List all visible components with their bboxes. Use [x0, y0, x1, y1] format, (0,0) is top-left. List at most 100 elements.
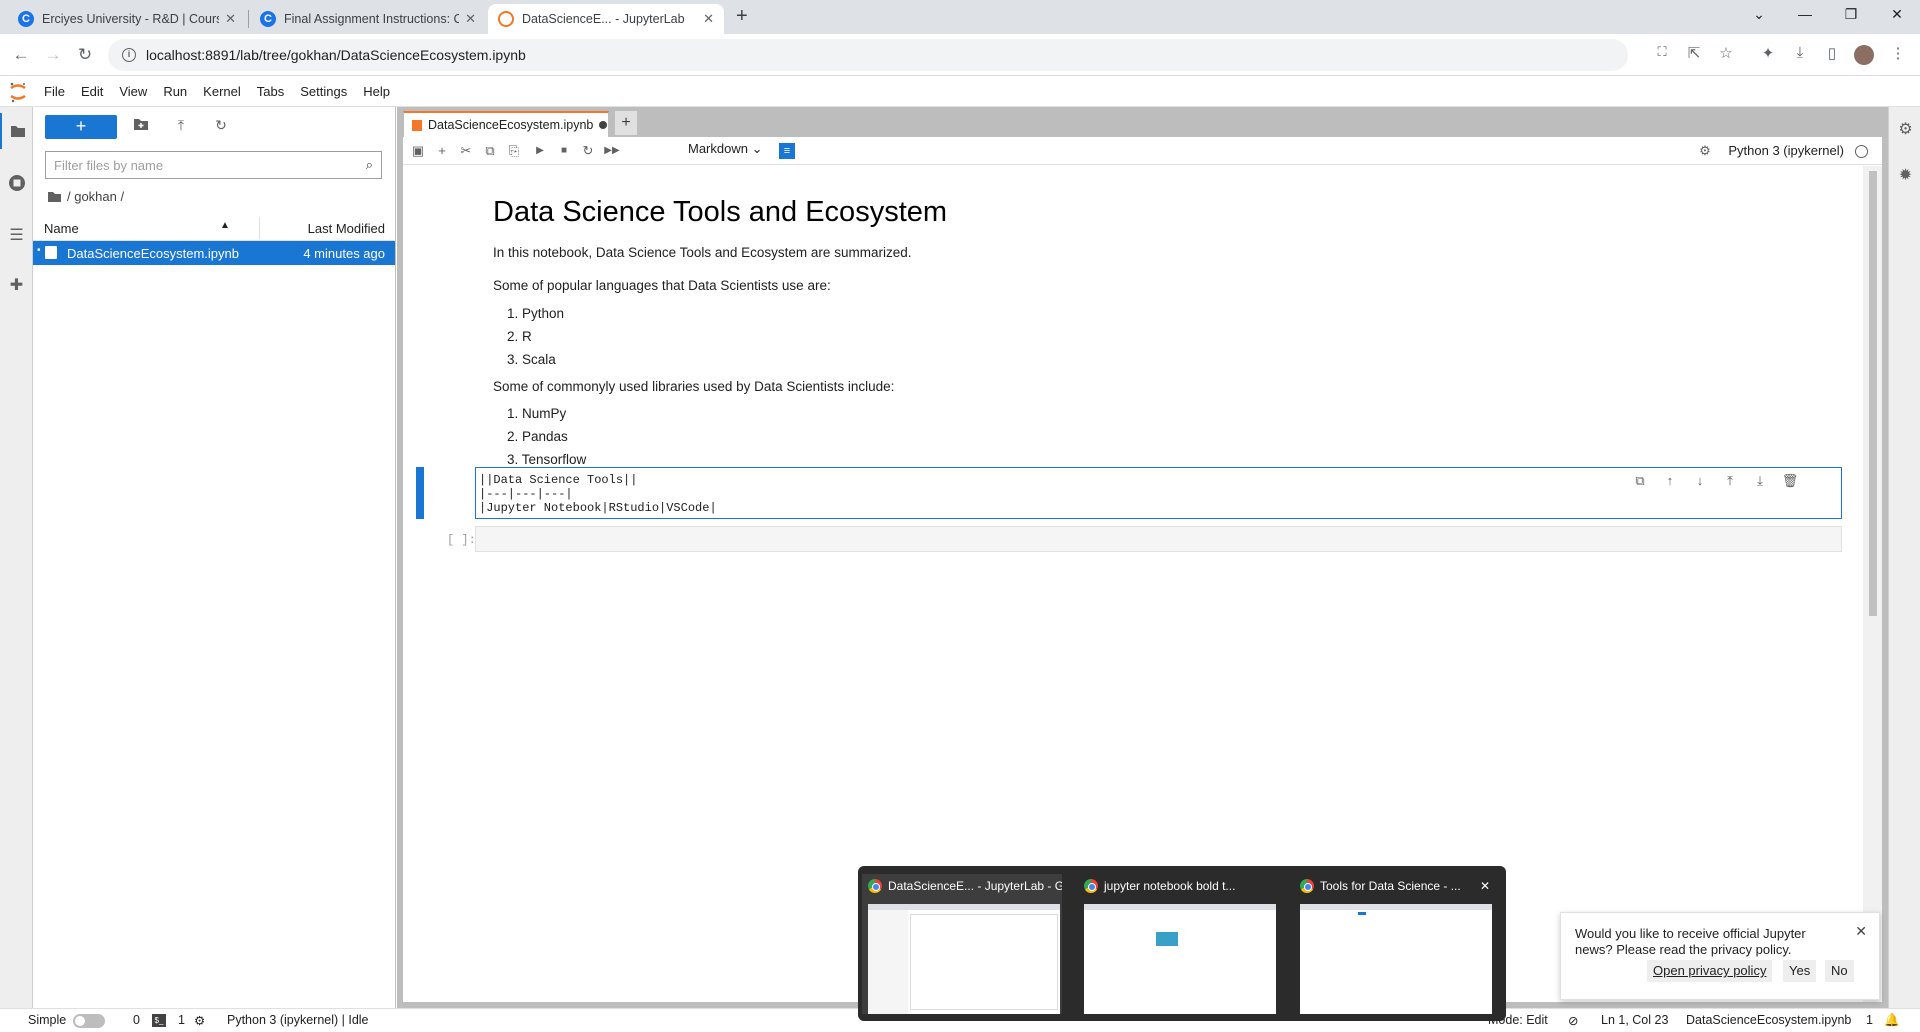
- move-down-icon[interactable]: ↓: [1690, 473, 1710, 493]
- terminal-count[interactable]: 0: [133, 1013, 140, 1027]
- scrollbar-thumb[interactable]: [1869, 171, 1877, 616]
- debugger-icon[interactable]: ✹: [1889, 157, 1920, 193]
- delete-cell-icon[interactable]: 🗑: [1780, 473, 1800, 493]
- save-icon[interactable]: ▣: [409, 142, 427, 160]
- menu-kernel[interactable]: Kernel: [195, 77, 249, 107]
- menu-tabs[interactable]: Tabs: [249, 77, 292, 107]
- notebook-document-tab[interactable]: DataScienceEcosystem.ipynb: [403, 111, 609, 137]
- unsaved-dot-icon[interactable]: [599, 121, 608, 129]
- extension-manager-icon[interactable]: ✚: [0, 267, 33, 303]
- cell-source[interactable]: ||Data Science Tools|| |---|---|---| |Ju…: [479, 473, 717, 515]
- active-markdown-cell-editor[interactable]: ||Data Science Tools|| |---|---|---| |Ju…: [475, 467, 1842, 519]
- cell-collapser[interactable]: [416, 467, 424, 519]
- new-tab-button[interactable]: +: [736, 5, 748, 28]
- translate-icon[interactable]: ⛶: [1652, 44, 1672, 66]
- kernel-settings-icon[interactable]: ⚙: [1696, 142, 1714, 160]
- tab-search-icon[interactable]: ⌄: [1744, 6, 1774, 28]
- menu-run[interactable]: Run: [155, 77, 195, 107]
- file-filter-input[interactable]: Filter files by name ⌕: [45, 151, 382, 179]
- back-icon[interactable]: ←: [10, 44, 32, 66]
- site-info-icon[interactable]: i: [122, 48, 136, 62]
- forward-icon[interactable]: →: [42, 44, 64, 66]
- browser-tab-final-assignment[interactable]: C Final Assignment Instructions: Cr ✕: [250, 4, 486, 34]
- run-icon[interactable]: ▶: [531, 142, 549, 160]
- kernel-name[interactable]: Python 3 (ipykernel): [1728, 143, 1844, 158]
- maximize-button[interactable]: ❐: [1836, 6, 1866, 28]
- download-icon[interactable]: ⤓: [1790, 44, 1810, 66]
- new-launcher-button[interactable]: +: [45, 115, 117, 139]
- move-up-icon[interactable]: ↑: [1660, 473, 1680, 493]
- close-tab-icon[interactable]: ✕: [465, 11, 476, 27]
- cut-icon[interactable]: ✂: [457, 142, 475, 160]
- close-tab-icon[interactable]: ✕: [703, 11, 714, 27]
- list-item: 1. NumPy: [507, 406, 567, 421]
- jupyter-menubar: File Edit View Run Kernel Tabs Settings …: [0, 77, 1920, 107]
- running-sessions-icon[interactable]: [0, 165, 33, 201]
- property-inspector-icon[interactable]: ⚙: [1889, 111, 1920, 147]
- home-folder-icon[interactable]: [47, 191, 61, 203]
- minimize-button[interactable]: —: [1790, 6, 1820, 28]
- close-tab-icon[interactable]: ✕: [225, 11, 236, 27]
- duplicate-cell-icon[interactable]: ⧉: [1630, 473, 1650, 493]
- upload-icon[interactable]: ⤒: [171, 117, 191, 137]
- empty-code-cell[interactable]: [475, 526, 1842, 552]
- paste-icon[interactable]: ⎘: [505, 142, 523, 160]
- preview-window-coursera[interactable]: Tools for Data Science - ... ✕: [1294, 874, 1494, 1014]
- avatar[interactable]: [1854, 45, 1874, 65]
- copy-icon[interactable]: ⧉: [481, 142, 499, 160]
- breadcrumb-path[interactable]: / gokhan /: [67, 189, 124, 204]
- cell-type-select[interactable]: Markdown ⌄: [688, 141, 763, 157]
- share-icon[interactable]: ⇱: [1684, 44, 1704, 66]
- close-window-button[interactable]: ✕: [1882, 6, 1912, 28]
- side-panel-icon[interactable]: ▯: [1822, 44, 1842, 66]
- libraries-intro: Some of commonyly used libraries used by…: [493, 379, 895, 394]
- table-of-contents-icon[interactable]: ☰: [0, 217, 33, 253]
- menu-file[interactable]: File: [36, 77, 73, 107]
- refresh-icon[interactable]: ↻: [211, 117, 231, 137]
- browser-tab-erciyes[interactable]: C Erciyes University - R&D | Course ✕: [8, 4, 246, 34]
- menu-settings[interactable]: Settings: [292, 77, 355, 107]
- cursor-position[interactable]: Ln 1, Col 23: [1601, 1013, 1668, 1027]
- reload-icon[interactable]: ↻: [74, 44, 96, 66]
- browser-tab-jupyterlab[interactable]: DataScienceE... - JupyterLab ✕: [488, 4, 724, 34]
- restart-icon[interactable]: ↻: [579, 142, 597, 160]
- file-modified: 4 minutes ago: [303, 246, 385, 261]
- close-icon[interactable]: ✕: [1855, 923, 1867, 940]
- bell-icon[interactable]: 🔔: [1884, 1013, 1900, 1028]
- open-privacy-policy-button[interactable]: Open privacy policy: [1647, 960, 1773, 982]
- menu-view[interactable]: View: [111, 77, 155, 107]
- right-activity-bar: ⚙ ✹: [1888, 107, 1920, 1008]
- insert-cell-icon[interactable]: +: [433, 142, 451, 160]
- notebook-file-icon: [45, 246, 57, 259]
- yes-button[interactable]: Yes: [1783, 960, 1817, 982]
- menu-edit[interactable]: Edit: [73, 77, 111, 107]
- preview-window-search[interactable]: jupyter notebook bold t...: [1078, 874, 1278, 1014]
- insert-below-icon[interactable]: ⤓: [1750, 473, 1770, 493]
- menu-help[interactable]: Help: [355, 77, 398, 107]
- folder-icon[interactable]: [0, 113, 33, 149]
- insert-above-icon[interactable]: ⤒: [1720, 473, 1740, 493]
- interrupt-icon[interactable]: ■: [555, 142, 573, 160]
- notification-count[interactable]: 1: [1866, 1013, 1873, 1027]
- restart-run-all-icon[interactable]: ▶▶: [603, 142, 621, 160]
- column-divider: [259, 217, 260, 239]
- extensions-icon[interactable]: ✦: [1758, 44, 1778, 66]
- terminal-icon: $_: [152, 1014, 166, 1027]
- new-folder-icon[interactable]: [131, 117, 151, 137]
- simple-mode-toggle[interactable]: [73, 1014, 105, 1028]
- column-last-modified[interactable]: Last Modified: [308, 221, 385, 236]
- notebook-scrollbar[interactable]: [1863, 166, 1882, 1002]
- bookmark-star-icon[interactable]: ☆: [1716, 44, 1736, 66]
- table-of-contents-toggle-icon[interactable]: ≡: [779, 143, 795, 159]
- no-button[interactable]: No: [1825, 960, 1854, 982]
- preview-window-jupyterlab[interactable]: DataScienceE... - JupyterLab - G...: [862, 874, 1062, 1014]
- kernel-count[interactable]: 1: [178, 1013, 185, 1027]
- add-launcher-tab-button[interactable]: +: [615, 111, 637, 135]
- list-item: 3. Scala: [507, 352, 556, 367]
- kernel-status-text[interactable]: Python 3 (ipykernel) | Idle: [227, 1013, 369, 1027]
- file-row[interactable]: • DataScienceEcosystem.ipynb 4 minutes a…: [33, 241, 395, 265]
- url-field[interactable]: i localhost:8891/lab/tree/gokhan/DataSci…: [108, 39, 1628, 71]
- close-preview-icon[interactable]: ✕: [1480, 879, 1490, 893]
- column-name[interactable]: Name: [44, 221, 79, 236]
- chrome-menu-icon[interactable]: ⋮: [1888, 44, 1908, 66]
